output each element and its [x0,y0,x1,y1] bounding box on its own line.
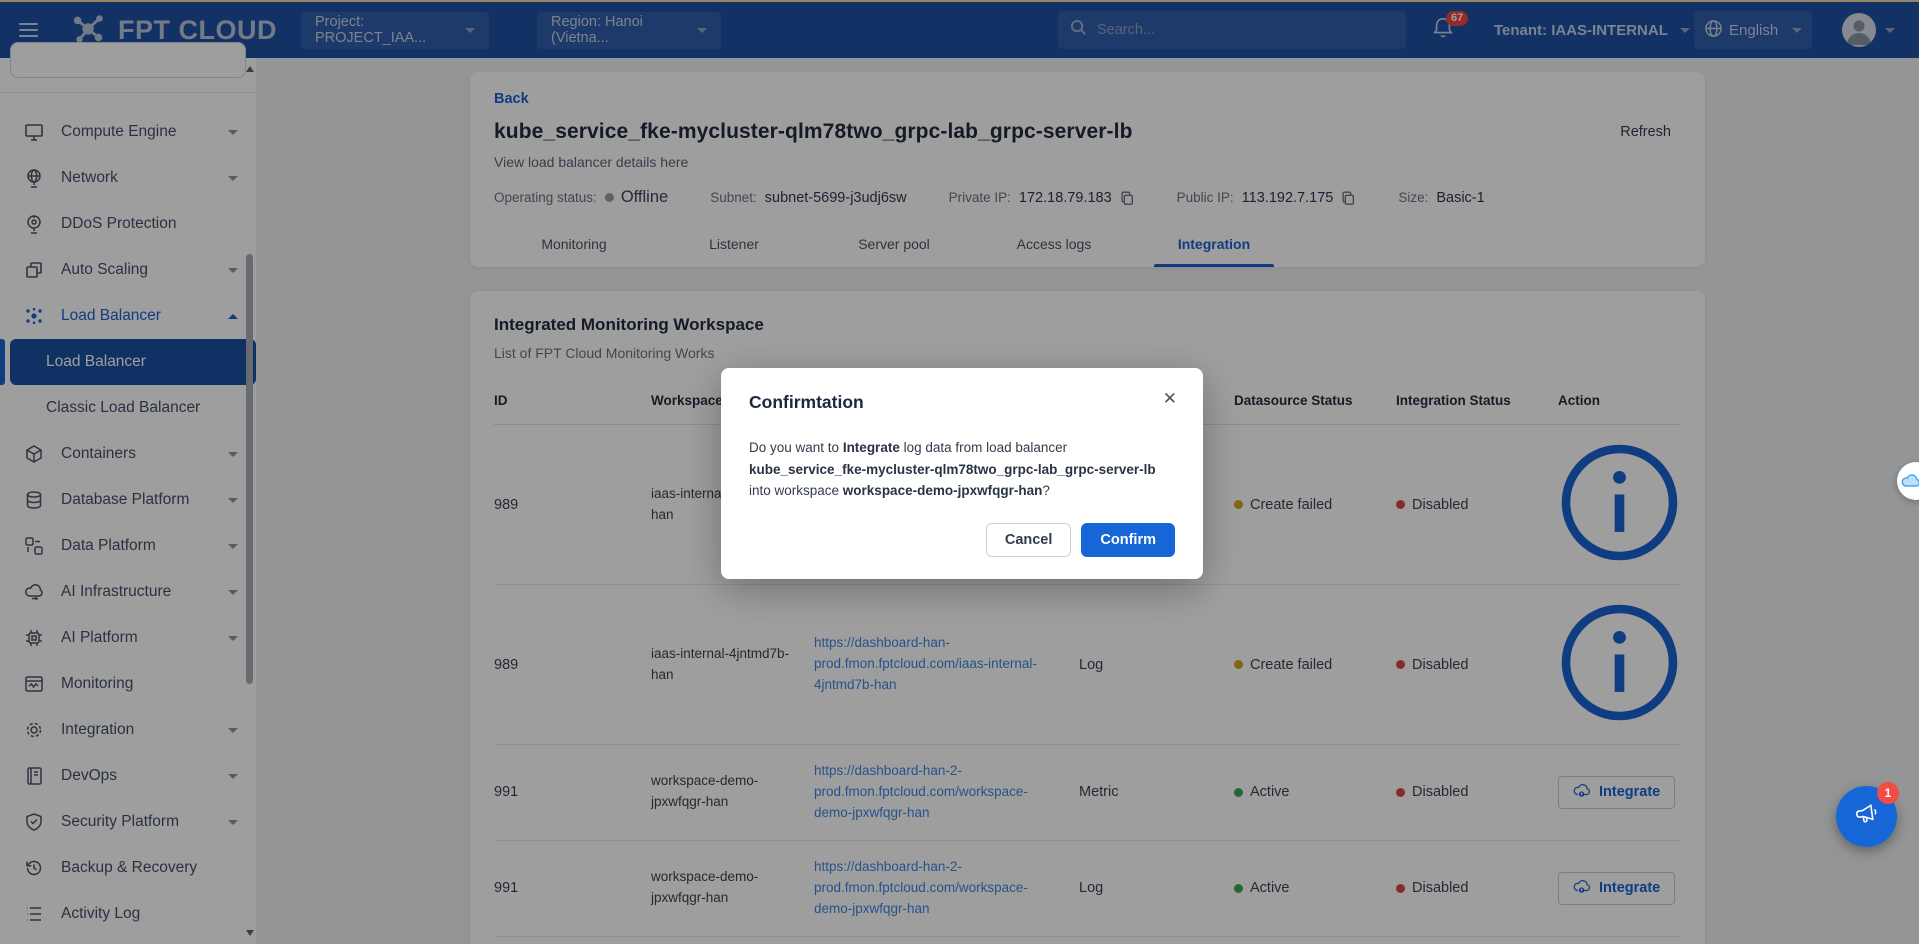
cloud-icon [1901,473,1919,489]
announcements-button[interactable]: 1 [1836,786,1897,847]
cancel-button[interactable]: Cancel [986,523,1072,557]
confirm-button[interactable]: Confirm [1081,523,1175,557]
close-icon[interactable]: ✕ [1163,390,1177,407]
announcement-count-badge: 1 [1877,782,1899,804]
dialog-body: Do you want to Integrate log data from l… [749,437,1173,502]
dialog-title: Confirmtation [749,392,1175,413]
megaphone-icon [1852,799,1882,834]
confirmation-dialog: Confirmtation ✕ Do you want to Integrate… [721,368,1203,579]
